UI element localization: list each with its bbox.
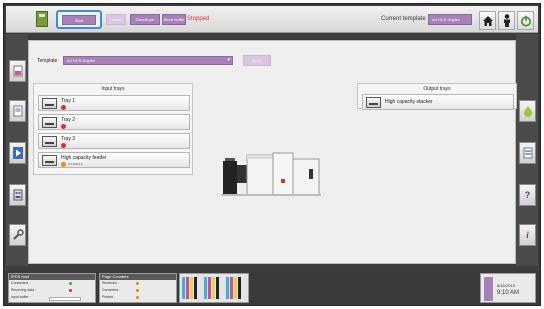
input-tray-row[interactable]: Tray 2: [38, 114, 190, 130]
tray-name: High capacity feeder: [61, 155, 107, 161]
power-icon: [520, 15, 531, 26]
jobs-button[interactable]: [9, 100, 26, 122]
main-panel: Template A4 HCS Duplex Apply Input trays…: [28, 40, 517, 264]
clock-panel: 8/16/2013 9:10 AM: [480, 273, 536, 303]
info-icon: i: [526, 230, 529, 240]
start-button[interactable]: Start: [62, 15, 96, 25]
maintenance-button[interactable]: [9, 224, 26, 246]
tray-status-indicator: [61, 124, 66, 129]
tray-status-indicator: [61, 162, 66, 167]
ipds-host-panel: IPDS host Connected : Receiving data : I…: [8, 273, 96, 303]
input-tray-row[interactable]: Tray 3: [38, 133, 190, 149]
system-button[interactable]: [9, 184, 26, 206]
system-menu-button[interactable]: [484, 277, 493, 301]
receiving-indicator: [69, 289, 72, 292]
wrench-icon: [12, 229, 24, 240]
system-icon: [13, 189, 22, 201]
template-select[interactable]: A4 HCS Duplex: [63, 56, 233, 65]
printed-indicator: [136, 296, 139, 299]
drop-icon: [523, 106, 532, 117]
input-trays-panel: Input trays Tray 1 Tray 2 Tray 3 High capac…: [33, 83, 193, 175]
tray-icon: [42, 155, 57, 166]
converted-label: Converted :: [100, 287, 176, 294]
receiving-label: Receiving data :: [9, 287, 95, 294]
home-button[interactable]: [479, 11, 496, 30]
ink-status-button[interactable]: [519, 100, 536, 122]
input-buffer-label: Input buffer :: [9, 294, 95, 301]
converted-indicator: [136, 289, 139, 292]
top-toolbar: Start Pause Cancel job Store buffer Stop…: [6, 6, 538, 33]
tray-icon: [42, 98, 57, 109]
logs-button[interactable]: [519, 142, 536, 164]
pause-button[interactable]: Pause: [106, 14, 126, 25]
tray-name: Tray 2: [61, 117, 75, 123]
time-text: 9:10 AM: [497, 290, 520, 296]
connected-indicator: [69, 282, 72, 285]
log-icon: [523, 147, 532, 159]
right-sidebar: ? i: [516, 34, 538, 266]
cancel-job-button[interactable]: Cancel job: [130, 14, 160, 25]
tray-name: Tray 1: [61, 98, 75, 104]
power-button[interactable]: [517, 11, 534, 30]
help-button[interactable]: ?: [519, 184, 536, 206]
connected-label: Connected :: [9, 280, 95, 287]
user-button[interactable]: [498, 11, 515, 30]
tray-name: High capacity stacker: [385, 99, 433, 105]
apply-template-button[interactable]: Apply: [243, 55, 271, 66]
tray-status-indicator: [61, 105, 66, 110]
machine-icon[interactable]: [36, 11, 48, 27]
input-tray-row[interactable]: High capacity feeder A4 250/1.0: [38, 152, 190, 168]
question-icon: ?: [524, 190, 531, 200]
received-label: Received :: [100, 280, 176, 287]
current-template-value: A4 HCS Duplex: [428, 14, 472, 25]
left-sidebar: [6, 34, 28, 266]
tray-name: Tray 3: [61, 136, 75, 142]
output-trays-title: Output trays: [423, 86, 451, 92]
input-trays-title: Input trays: [101, 86, 125, 92]
arrow-right-icon: [12, 147, 23, 159]
input-buffer-bar: [49, 297, 81, 301]
tray-media-info: A4 250/1.0: [68, 162, 83, 166]
printer-illustration: [221, 152, 321, 196]
output-tray-row[interactable]: High capacity stacker: [362, 94, 514, 110]
queue-icon: [13, 65, 22, 77]
tray-icon: [42, 117, 57, 128]
person-icon: [503, 14, 510, 27]
input-tray-row[interactable]: Tray 1: [38, 95, 190, 111]
page-counters-panel: Page Counters Received : Converted : Pri…: [99, 273, 177, 303]
date-text: 8/16/2013: [497, 283, 515, 288]
print-queue-button[interactable]: [9, 60, 26, 82]
configuration-button[interactable]: [9, 142, 26, 164]
store-buffer-button[interactable]: Store buffer: [162, 14, 186, 25]
ink-levels-graphic: [182, 277, 241, 299]
output-trays-panel: Output trays High capacity stacker: [357, 83, 517, 110]
home-icon: [482, 15, 493, 26]
template-label: Template: [37, 58, 58, 64]
current-template-label: Current template: [381, 16, 426, 22]
tray-status-indicator: [61, 143, 66, 148]
document-icon: [13, 105, 22, 117]
tray-icon: [42, 136, 57, 147]
printer-status: Stopped: [187, 16, 210, 22]
start-button-highlight: Start: [56, 10, 102, 29]
ink-levels-panel[interactable]: [179, 273, 249, 303]
status-bar: IPDS host Connected : Receiving data : I…: [6, 271, 538, 305]
printed-label: Printed :: [100, 294, 176, 301]
tray-icon: [366, 97, 381, 108]
info-button[interactable]: i: [519, 224, 536, 246]
received-indicator: [136, 282, 139, 285]
